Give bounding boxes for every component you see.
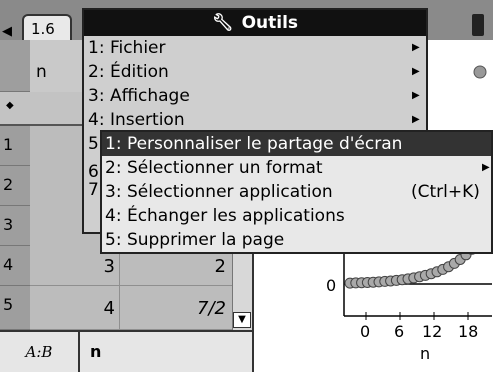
tools-menu-title-text: Outils <box>241 13 299 33</box>
battery-icon <box>472 14 484 36</box>
corner-header <box>0 40 30 92</box>
x-tick-label-6: 6 <box>394 322 405 341</box>
row-header-3[interactable]: 3 <box>0 206 30 246</box>
cell-a5-value: 4 <box>103 298 115 319</box>
graph-point-marker-icon <box>473 65 487 79</box>
x-tick-label-0: 0 <box>360 322 371 341</box>
page-tab[interactable]: 1.6 <box>22 14 72 40</box>
submenu-item-echanger[interactable]: 4: Échanger les applications <box>102 204 491 228</box>
chevron-right-icon: ▶ <box>412 90 420 101</box>
column-a-name: n <box>36 62 47 82</box>
cell-b5-value: 7/2 <box>197 298 226 319</box>
menu-item-7[interactable]: 7 <box>88 178 99 202</box>
row-header-2[interactable]: 2 <box>0 166 30 206</box>
x-axis-label: n <box>420 344 431 363</box>
menu-item-edition[interactable]: 2: Édition <box>88 60 169 84</box>
scroll-down-icon[interactable]: ▼ <box>233 312 251 328</box>
cell-b5[interactable]: 7/2 <box>120 286 232 330</box>
y-zero-label: 0 <box>326 276 337 295</box>
wrench-icon: 🔧︎ <box>211 13 234 33</box>
chevron-right-icon: ▶ <box>412 42 420 53</box>
submenu-item-selectionner-format[interactable]: 2: Sélectionner un format <box>102 156 491 180</box>
cell-b4-value: 2 <box>214 256 226 277</box>
menu-item-affichage[interactable]: 3: Affichage <box>88 84 190 108</box>
menu-item-5[interactable]: 5 <box>88 132 99 156</box>
previous-tab-arrow-icon[interactable]: ◀ <box>2 24 12 39</box>
chevron-right-icon: ▶ <box>412 66 420 77</box>
x-tick-label-12: 12 <box>422 322 443 341</box>
cell-a5[interactable]: 4 <box>30 286 120 330</box>
chevron-right-icon: ▶ <box>482 162 490 173</box>
submenu-item-personnaliser[interactable]: 1: Personnaliser le partage d'écran <box>102 132 491 156</box>
cell-a4-value: 3 <box>103 256 115 277</box>
chevron-right-icon: ▶ <box>412 114 420 125</box>
menu-item-insertion[interactable]: 4: Insertion <box>88 108 185 132</box>
tools-menu-title: 🔧︎ Outils <box>84 10 426 36</box>
x-tick-label-18: 18 <box>458 322 479 341</box>
menu-item-fichier[interactable]: 1: Fichier <box>88 36 166 60</box>
submenu-item-supprimer[interactable]: 5: Supprimer la page <box>102 228 491 250</box>
row-header-5[interactable]: 5 <box>0 286 30 330</box>
status-cell-value: n <box>90 342 102 361</box>
status-cell-reference: A:B <box>0 332 80 372</box>
shortcut-ctrl-k: (Ctrl+K) <box>411 182 480 202</box>
row-header-1[interactable]: 1 <box>0 126 30 166</box>
row-header-4[interactable]: 4 <box>0 246 30 286</box>
formula-row-marker-icon: ◆ <box>6 100 14 111</box>
